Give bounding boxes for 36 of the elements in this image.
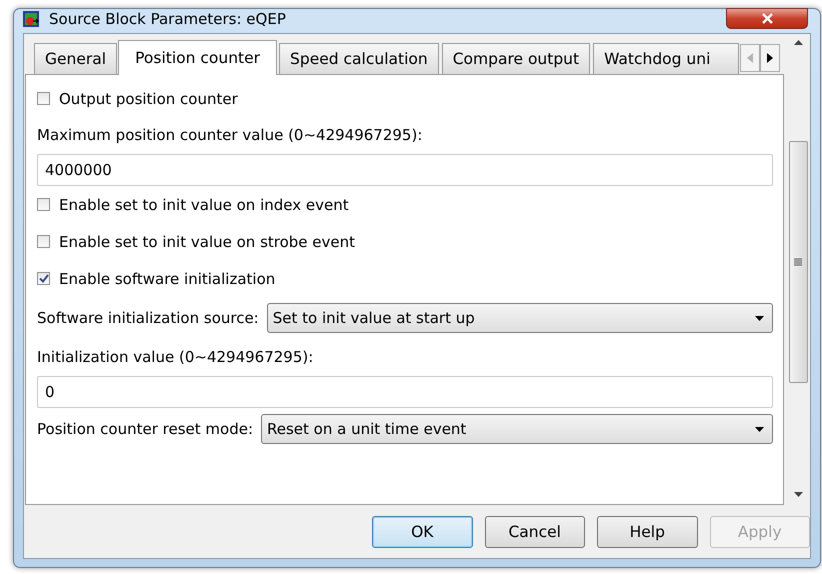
checkbox-label: Enable software initialization (59, 270, 276, 288)
dropdown-arrow-icon (755, 426, 764, 432)
checkbox-label: Enable set to init value on index event (59, 196, 349, 214)
input-field[interactable]: 4000000 (37, 154, 773, 186)
close-button[interactable] (726, 8, 808, 29)
dialog-button[interactable]: Cancel (484, 516, 585, 548)
checkbox[interactable] (37, 272, 50, 285)
block-diagram-icon (22, 10, 40, 28)
arrow-left-icon (747, 53, 754, 63)
grip-icon (794, 258, 802, 266)
field-label: Position counter reset mode: (37, 420, 254, 438)
checkbox-label: Output position counter (59, 90, 238, 108)
field-label: Maximum position counter value (0~4294967295): (37, 125, 424, 146)
checkbox[interactable] (37, 235, 50, 248)
tab[interactable]: General (34, 43, 118, 74)
field-label: Initialization value (0~4294967295): (37, 347, 314, 368)
tab[interactable]: Compare output (442, 43, 590, 74)
dropdown[interactable]: Set to init value at start up (266, 303, 773, 333)
dialog-button[interactable]: OK (372, 516, 472, 548)
checkbox-label: Enable set to init value on strobe event (59, 232, 356, 250)
dialog-button[interactable]: Help (597, 516, 698, 548)
input-field[interactable]: 0 (37, 376, 773, 408)
tab-scroll-right-button[interactable] (760, 44, 780, 72)
checkbox[interactable] (37, 198, 50, 211)
checkbox[interactable] (37, 92, 50, 105)
tab[interactable]: Speed calculation (279, 43, 439, 74)
dropdown[interactable]: Reset on a unit time event (261, 414, 773, 444)
field-label: Software initialization source: (37, 309, 259, 327)
tab[interactable]: Position counter (118, 40, 278, 75)
close-icon (760, 13, 774, 24)
dropdown-arrow-icon (755, 316, 764, 320)
tab[interactable]: Watchdog uni (593, 43, 740, 74)
window-title: Source Block Parameters: eQEP (49, 10, 286, 28)
arrow-right-icon (767, 53, 774, 63)
scroll-up-icon[interactable] (794, 40, 802, 45)
scroll-down-icon[interactable] (794, 492, 802, 497)
